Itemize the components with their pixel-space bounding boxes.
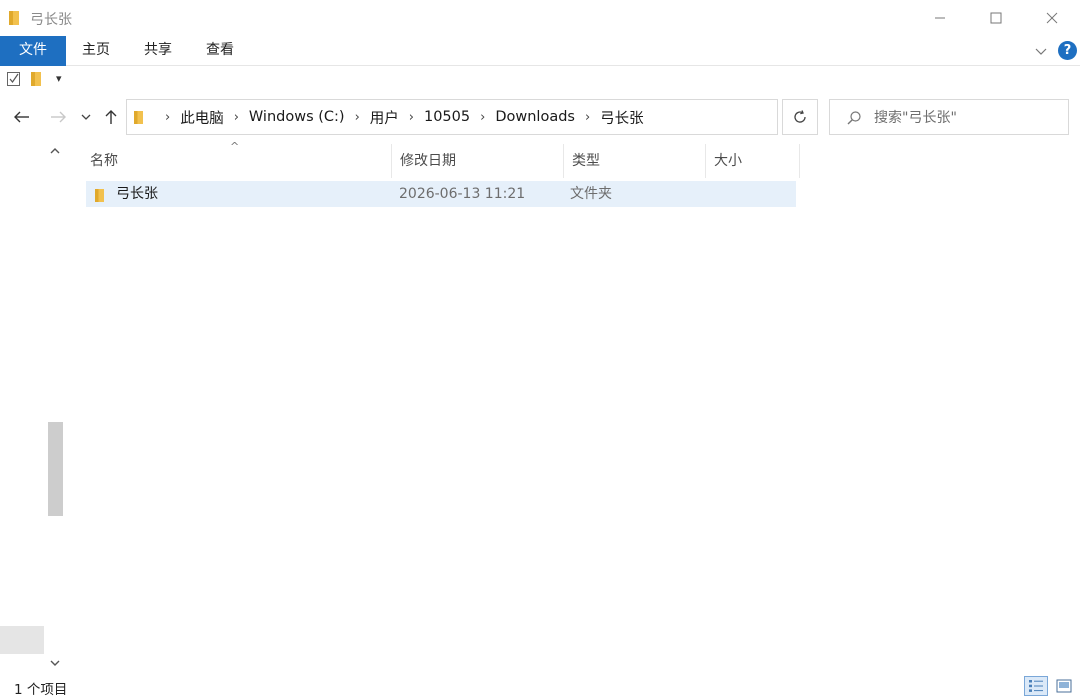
navigation-pane <box>0 140 66 676</box>
tab-share[interactable]: 共享 <box>134 36 182 66</box>
scroll-down-icon[interactable] <box>49 656 61 672</box>
breadcrumb-user-folder[interactable]: 10505 <box>424 109 470 125</box>
breadcrumb-separator-icon[interactable]: › <box>480 110 485 125</box>
tab-file[interactable]: 文件 <box>0 36 66 66</box>
arrow-up-icon <box>105 110 117 124</box>
breadcrumb-separator-icon[interactable]: › <box>234 110 239 125</box>
title-bar: 弓长张 <box>0 0 1080 36</box>
search-box[interactable] <box>829 99 1069 135</box>
address-bar[interactable]: › 此电脑 › Windows (C:) › 用户 › 10505 › Down… <box>126 99 890 135</box>
large-icons-view-icon <box>1056 679 1072 693</box>
breadcrumb-this-pc[interactable]: 此电脑 <box>180 107 224 128</box>
breadcrumb-separator-icon[interactable]: › <box>409 110 414 125</box>
breadcrumb-users[interactable]: 用户 <box>370 107 399 128</box>
folder-icon <box>8 10 22 30</box>
properties-icon[interactable] <box>6 71 22 91</box>
window-title: 弓长张 <box>30 12 72 28</box>
table-row[interactable]: 弓长张 2026-06-13 11:21 文件夹 <box>86 181 796 207</box>
file-date-modified: 2026-06-13 11:21 <box>399 186 526 202</box>
search-icon <box>846 110 862 130</box>
refresh-icon <box>794 110 806 123</box>
maximize-icon <box>990 12 1002 24</box>
details-view-icon <box>1029 680 1043 692</box>
column-header-date-modified[interactable]: 修改日期 <box>392 144 564 178</box>
large-icons-view-button[interactable] <box>1052 676 1076 696</box>
tab-view[interactable]: 查看 <box>196 36 244 66</box>
help-icon[interactable]: ? <box>1058 41 1077 60</box>
refresh-button[interactable] <box>782 99 818 135</box>
maximize-button[interactable] <box>968 0 1024 36</box>
close-button[interactable] <box>1024 0 1080 36</box>
folder-icon <box>133 110 145 129</box>
arrow-right-icon <box>51 111 66 123</box>
quick-access-toolbar: ▾ <box>0 66 1080 94</box>
folder-icon <box>94 186 106 202</box>
column-header-type[interactable]: 类型 <box>564 144 706 178</box>
navigation-pane-scrollbar[interactable] <box>46 140 64 676</box>
back-button[interactable] <box>10 104 34 130</box>
breadcrumb-separator-icon[interactable]: › <box>165 110 170 125</box>
navigation-pane-selected-item[interactable] <box>0 626 44 654</box>
navigation-bar: › 此电脑 › Windows (C:) › 用户 › 10505 › Down… <box>0 96 1080 138</box>
scrollbar-thumb[interactable] <box>48 422 63 516</box>
ribbon-tabs: 文件 主页 共享 查看 ? <box>0 36 1080 66</box>
column-header-size[interactable]: 大小 <box>706 144 800 178</box>
file-type: 文件夹 <box>570 186 612 202</box>
details-view-button[interactable] <box>1024 676 1048 696</box>
item-count: 1 个项目 <box>14 682 68 696</box>
chevron-down-icon <box>81 114 91 120</box>
close-icon <box>1046 12 1058 24</box>
new-folder-icon[interactable] <box>30 71 44 91</box>
forward-button[interactable] <box>46 104 70 130</box>
file-name: 弓长张 <box>116 186 158 202</box>
column-header-name[interactable]: 名称 <box>82 144 392 178</box>
breadcrumb: › 此电脑 › Windows (C:) › 用户 › 10505 › Down… <box>155 100 644 134</box>
status-bar: 1 个项目 <box>0 676 1080 696</box>
recent-locations-button[interactable] <box>78 104 94 130</box>
minimize-icon <box>935 17 945 19</box>
breadcrumb-drive-c[interactable]: Windows (C:) <box>249 109 345 125</box>
breadcrumb-separator-icon[interactable]: › <box>585 110 590 125</box>
customize-toolbar-icon[interactable]: ▾ <box>56 72 62 85</box>
breadcrumb-downloads[interactable]: Downloads <box>495 109 575 125</box>
expand-ribbon-icon[interactable] <box>1032 42 1050 60</box>
breadcrumb-current-folder[interactable]: 弓长张 <box>600 107 644 128</box>
minimize-button[interactable] <box>912 0 968 36</box>
arrow-left-icon <box>14 111 29 123</box>
search-input[interactable] <box>874 107 1054 129</box>
breadcrumb-separator-icon[interactable]: › <box>355 110 360 125</box>
up-button[interactable] <box>100 104 122 130</box>
file-list: ^ 名称 修改日期 类型 大小 弓长张 2026-06-13 11:21 文件夹 <box>82 140 1080 676</box>
scroll-up-icon[interactable] <box>49 144 61 160</box>
tab-home[interactable]: 主页 <box>72 36 120 66</box>
